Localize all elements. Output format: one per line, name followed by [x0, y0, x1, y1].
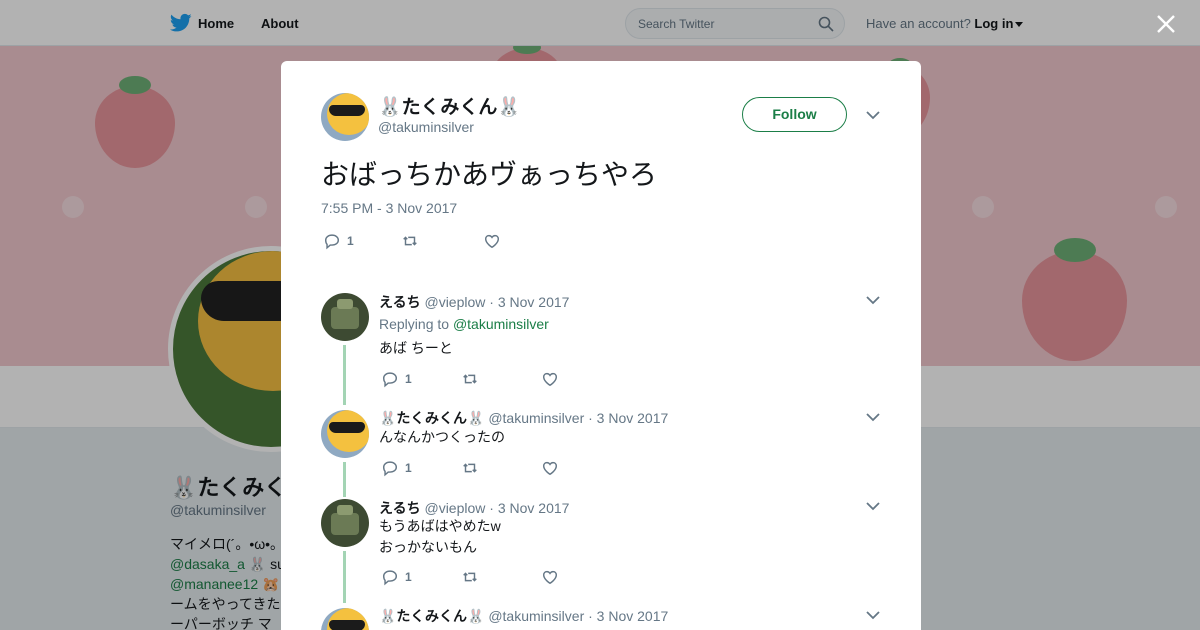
thread-connector: [343, 551, 346, 603]
follow-button[interactable]: Follow: [742, 97, 847, 132]
reply-author-handle[interactable]: @takuminsilver: [488, 608, 584, 624]
avatar-photo: [337, 299, 353, 309]
thread-connector: [343, 345, 346, 405]
reply-count: 1: [405, 461, 412, 475]
avatar-sunglasses: [329, 620, 365, 630]
reply-button[interactable]: 1: [381, 567, 412, 587]
avatar-photo: [331, 307, 359, 329]
heart-icon: [484, 234, 500, 249]
like-button[interactable]: [483, 231, 507, 251]
reply-author-name[interactable]: 🐰たくみくん🐰: [379, 608, 484, 624]
reply-button[interactable]: 1: [381, 458, 412, 478]
like-button[interactable]: [541, 369, 559, 389]
reply-author-name[interactable]: 🐰たくみくん🐰: [379, 410, 484, 426]
like-button[interactable]: [541, 458, 559, 478]
chevron-down-icon[interactable]: [866, 611, 880, 620]
reply-icon: [382, 372, 398, 388]
reply-count: 1: [405, 570, 412, 584]
heart-icon: [542, 372, 558, 387]
reply-author-name[interactable]: えるち: [379, 294, 421, 310]
reply-text-line: もうあばはやめたw: [379, 518, 501, 534]
reply-actions: 1: [381, 458, 681, 478]
avatar[interactable]: [321, 93, 369, 141]
chevron-down-icon[interactable]: [866, 296, 880, 305]
retweet-icon: [403, 236, 417, 246]
reply-count: 1: [405, 372, 412, 386]
tweet-author-name[interactable]: 🐰たくみくん🐰: [378, 92, 521, 119]
like-button[interactable]: [541, 567, 559, 587]
retweet-button[interactable]: [401, 231, 425, 251]
avatar[interactable]: [321, 499, 369, 547]
reply-date[interactable]: · 3 Nov 2017: [489, 500, 569, 516]
retweet-button[interactable]: [461, 369, 479, 389]
replying-to: Replying to @takuminsilver: [379, 316, 549, 332]
thread-connector: [343, 462, 346, 497]
reply-header: えるち @vieplow · 3 Nov 2017: [379, 498, 569, 518]
reply-header: 🐰たくみくん🐰 @takuminsilver · 3 Nov 2017: [379, 606, 668, 626]
replying-to-link[interactable]: @takuminsilver: [453, 316, 549, 332]
chevron-down-icon[interactable]: [866, 502, 880, 511]
reply-icon: [382, 570, 398, 586]
reply-actions: 1: [381, 567, 681, 587]
retweet-button[interactable]: [461, 458, 479, 478]
retweet-icon: [463, 572, 477, 582]
replying-prefix: Replying to: [379, 316, 453, 332]
retweet-button[interactable]: [461, 567, 479, 587]
tweet-author-handle[interactable]: @takuminsilver: [378, 119, 474, 135]
tweet-timestamp[interactable]: 7:55 PM - 3 Nov 2017: [321, 200, 457, 216]
avatar-sunglasses: [329, 422, 365, 433]
chevron-down-icon[interactable]: [866, 111, 880, 120]
reply-author-handle[interactable]: @vieplow: [424, 294, 485, 310]
reply-icon: [324, 234, 340, 250]
reply-text: んなんかつくったの: [379, 429, 505, 445]
reply-text: あば ちーと: [379, 340, 453, 356]
avatar-sunglasses: [329, 105, 365, 116]
reply-author-name[interactable]: えるち: [379, 500, 421, 516]
heart-icon: [542, 570, 558, 585]
avatar-photo: [331, 513, 359, 535]
reply-author-handle[interactable]: @takuminsilver: [488, 410, 584, 426]
reply-date[interactable]: · 3 Nov 2017: [588, 410, 668, 426]
reply-date[interactable]: · 3 Nov 2017: [489, 294, 569, 310]
reply-text-line: おっかないもん: [379, 539, 477, 555]
retweet-icon: [463, 463, 477, 473]
chevron-down-icon[interactable]: [866, 413, 880, 422]
reply-header: 🐰たくみくん🐰 @takuminsilver · 3 Nov 2017: [379, 408, 668, 428]
avatar[interactable]: [321, 608, 369, 630]
tweet-actions: 1: [321, 231, 621, 251]
reply-button[interactable]: 1: [381, 369, 412, 389]
reply-actions: 1: [381, 369, 681, 389]
avatar[interactable]: [321, 410, 369, 458]
avatar[interactable]: [321, 293, 369, 341]
reply-date[interactable]: · 3 Nov 2017: [588, 608, 668, 624]
reply-count: 1: [347, 234, 354, 248]
retweet-icon: [463, 374, 477, 384]
close-icon[interactable]: [1154, 12, 1178, 36]
reply-header: えるち @vieplow · 3 Nov 2017: [379, 292, 569, 312]
heart-icon: [542, 461, 558, 476]
avatar-photo: [337, 505, 353, 515]
tweet-modal: 🐰たくみくん🐰 @takuminsilver Follow おばっちかあヴぁっち…: [281, 61, 921, 630]
reply-author-handle[interactable]: @vieplow: [424, 500, 485, 516]
reply-text: もうあばはやめたw おっかないもん: [379, 516, 501, 558]
reply-icon: [382, 461, 398, 477]
reply-button[interactable]: 1: [323, 231, 354, 251]
tweet-text: おばっちかあヴぁっちやろ: [321, 159, 658, 190]
